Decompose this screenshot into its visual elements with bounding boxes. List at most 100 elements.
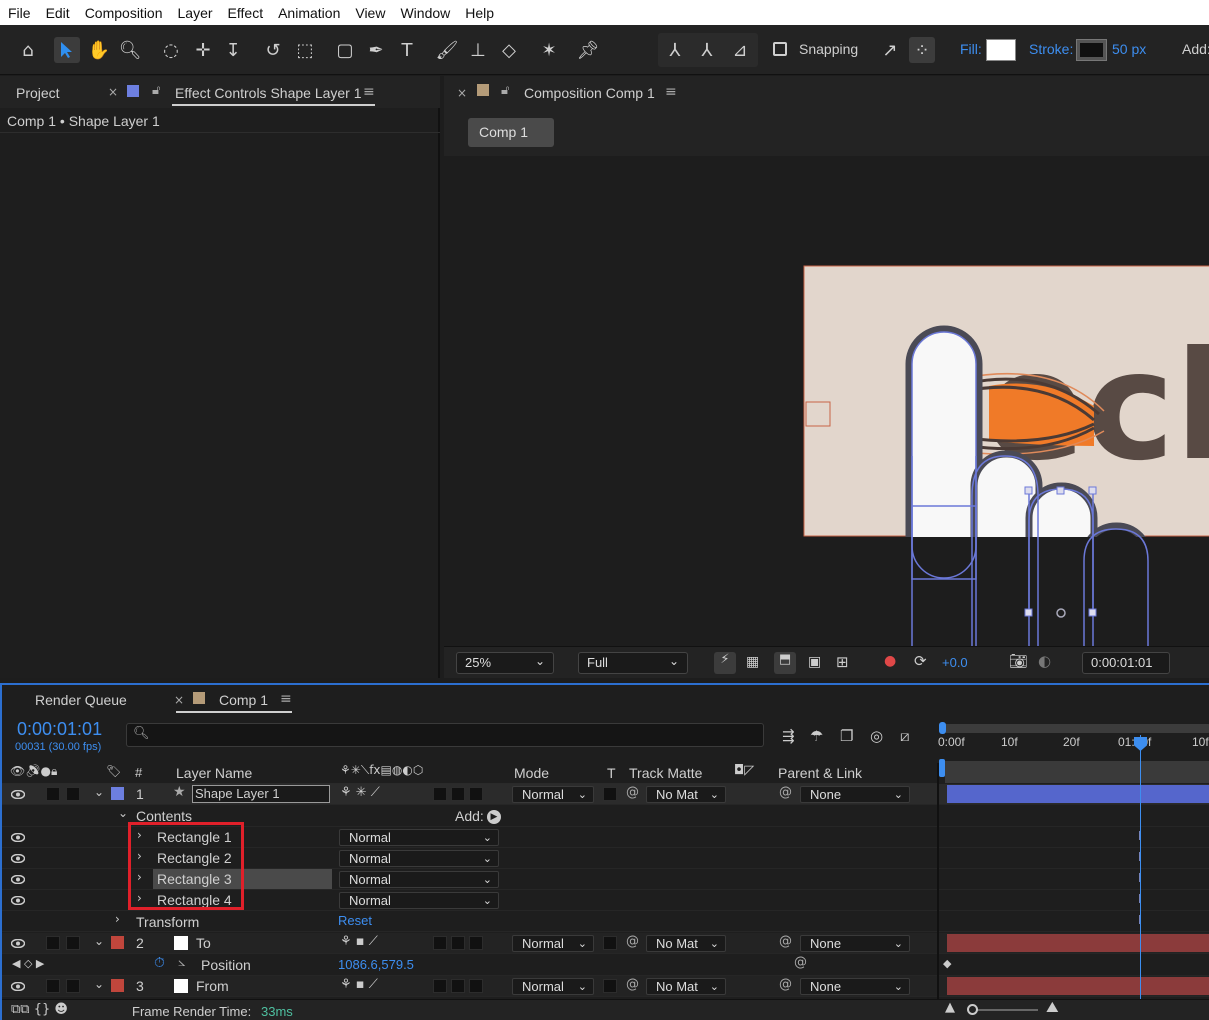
panel-menu-icon[interactable]: ≡ (665, 84, 677, 100)
solo-switch[interactable] (46, 979, 60, 993)
grid-guides-icon[interactable]: ⊞ (836, 653, 849, 671)
keyframe-diamond[interactable]: ◆ (943, 957, 951, 970)
layer-duration-bar[interactable] (947, 977, 1209, 995)
rotate-tool-icon[interactable]: ↺ (260, 37, 286, 63)
current-time-display[interactable]: 0:00:01:01 (1082, 652, 1170, 674)
shy-layers-icon[interactable]: ☂ (810, 727, 823, 745)
color-management-icon[interactable]: ⟳ (914, 652, 927, 670)
rectangle-tool-icon[interactable]: ▢ (332, 37, 358, 63)
tab-project[interactable]: Project (16, 85, 60, 101)
show-snapshot-icon[interactable]: ◐ (1038, 652, 1051, 670)
puppet-pin-tool-icon[interactable]: 📌︎ (575, 37, 601, 63)
home-icon[interactable]: ⌂ (15, 37, 41, 63)
chevron-down-icon[interactable]: ⌄ (94, 934, 104, 948)
selection-tool-icon[interactable] (54, 37, 80, 63)
layer-switches[interactable]: ⚘ ▪ ⟋ (340, 934, 378, 949)
region-of-interest-icon[interactable]: ▣ (808, 654, 821, 670)
eraser-tool-icon[interactable]: ◇ (496, 37, 522, 63)
comp-viewer[interactable]: ecl (444, 156, 1209, 646)
label-tag-icon[interactable]: 🏷︎ (106, 764, 121, 778)
parent-pickwhip-icon[interactable]: @ (779, 977, 792, 992)
preserve-transparency-switch[interactable] (603, 787, 617, 801)
brush-tool-icon[interactable]: 🖌︎ (434, 37, 460, 63)
rectangle-mode-dropdown[interactable]: Normal ⌄ (339, 871, 499, 888)
switch-box[interactable] (433, 787, 447, 801)
panel-menu-icon[interactable]: ≡ (280, 691, 292, 707)
switch-box[interactable] (469, 787, 483, 801)
column-track-matte[interactable]: Track Matte (629, 765, 702, 781)
preserve-transparency-switch[interactable] (603, 979, 617, 993)
pan-camera-icon[interactable]: ✛ (190, 37, 216, 63)
work-area-bar[interactable] (942, 724, 1209, 733)
parent-pickwhip-icon[interactable]: @ (779, 785, 792, 800)
orbit-camera-icon[interactable]: ◌ (158, 37, 184, 63)
tab-effect-controls[interactable]: Effect Controls Shape Layer 1 (175, 85, 362, 101)
layer-name[interactable]: From (196, 978, 229, 994)
track-matte-dropdown[interactable]: No Mat ⌄ (646, 935, 726, 952)
layer-mode-dropdown[interactable]: Normal ⌄ (512, 978, 594, 995)
layer-name-field[interactable]: Shape Layer 1 (192, 785, 330, 803)
zoom-tool-icon[interactable]: 🔍︎ (117, 37, 143, 63)
column-mode[interactable]: Mode (514, 765, 549, 781)
local-axis-icon[interactable]: ⅄ (662, 37, 688, 63)
stroke-label[interactable]: Stroke: (1029, 41, 1073, 57)
switch-box[interactable] (433, 979, 447, 993)
type-tool-icon[interactable]: T (394, 37, 420, 63)
layer-switches-icon[interactable]: ⚘✳⟍fx▤◍◐⬡ (340, 763, 423, 778)
keyframe-navigator-icon[interactable]: ◀ ◇ ▶ (12, 957, 44, 970)
toggle-switches-icon[interactable]: ⧉⧉ {} ☻ (11, 1002, 68, 1017)
fill-label[interactable]: Fill: (960, 41, 982, 57)
menu-file[interactable]: File (0, 5, 38, 21)
zoom-out-icon[interactable]: ▲ (945, 1000, 955, 1015)
column-number[interactable]: # (135, 765, 142, 780)
lock-icon[interactable]: 🔓︎ (501, 83, 509, 98)
parent-dropdown[interactable]: None ⌄ (800, 786, 910, 803)
dolly-camera-icon[interactable]: ↧ (220, 37, 246, 63)
menu-view[interactable]: View (347, 5, 392, 21)
column-parent-link[interactable]: Parent & Link (778, 765, 862, 781)
playhead-line[interactable] (1140, 735, 1141, 999)
eye-icon[interactable] (11, 790, 25, 799)
menu-composition[interactable]: Composition (77, 5, 170, 21)
eye-icon[interactable] (11, 982, 25, 991)
motion-blur-icon[interactable]: ◎ (870, 727, 883, 745)
expression-pickwhip-icon[interactable]: @ (794, 955, 807, 970)
close-icon[interactable]: × (174, 693, 184, 707)
pen-tool-icon[interactable]: ✒ (363, 37, 389, 63)
lock-switch[interactable] (66, 787, 80, 801)
layer-mode-dropdown[interactable]: Normal ⌄ (512, 935, 594, 952)
mask-visibility-icon[interactable]: ⬒ (774, 652, 796, 674)
rectangle-mode-dropdown[interactable]: Normal ⌄ (339, 829, 499, 846)
tab-comp[interactable]: Comp 1 (219, 692, 268, 708)
zoom-slider-track[interactable] (968, 1009, 1038, 1011)
fast-preview-icon[interactable]: ⚡ (714, 652, 736, 674)
position-property-row[interactable]: ◀ ◇ ▶ ⏱︎ ⦣ Position 1086.6,579.5 @ ◆ (2, 955, 1209, 976)
solo-switch[interactable] (46, 787, 60, 801)
parent-dropdown[interactable]: None ⌄ (800, 978, 910, 995)
stopwatch-icon[interactable]: ⏱︎ (154, 955, 165, 971)
hand-tool-icon[interactable]: ✋ (86, 37, 112, 63)
layer-duration-bar[interactable] (947, 785, 1209, 803)
graph-icon[interactable]: ⦣ (178, 955, 185, 970)
track-matte-dropdown[interactable]: No Mat ⌄ (646, 786, 726, 803)
exposure-value[interactable]: +0.0 (942, 655, 968, 670)
add-label[interactable]: Add: (1182, 41, 1209, 57)
menu-window[interactable]: Window (392, 5, 457, 21)
composition-mini-flowchart-icon[interactable]: ⇶ (782, 727, 795, 745)
stroke-swatch[interactable] (1076, 39, 1107, 61)
chevron-down-icon[interactable]: ⌄ (118, 806, 128, 820)
rectangle-mode-dropdown[interactable]: Normal ⌄ (339, 850, 499, 867)
matte-pickwhip-icon[interactable]: @ (626, 785, 639, 800)
panel-menu-icon[interactable]: ≡ (363, 84, 375, 100)
layer-label-color[interactable] (111, 979, 124, 992)
menu-edit[interactable]: Edit (38, 5, 77, 21)
tab-composition[interactable]: Composition Comp 1 (524, 85, 655, 101)
transparency-grid-icon[interactable]: ▦ (746, 654, 759, 670)
snap-icon[interactable]: ↗ (877, 37, 903, 63)
clone-stamp-tool-icon[interactable]: ⊥ (465, 37, 491, 63)
menu-help[interactable]: Help (457, 5, 501, 21)
stroke-width-value[interactable]: 50 px (1112, 41, 1146, 57)
chevron-down-icon[interactable]: ⌄ (94, 977, 104, 991)
lock-switch[interactable] (66, 979, 80, 993)
matte-icons[interactable]: ◘◸ (734, 763, 754, 778)
